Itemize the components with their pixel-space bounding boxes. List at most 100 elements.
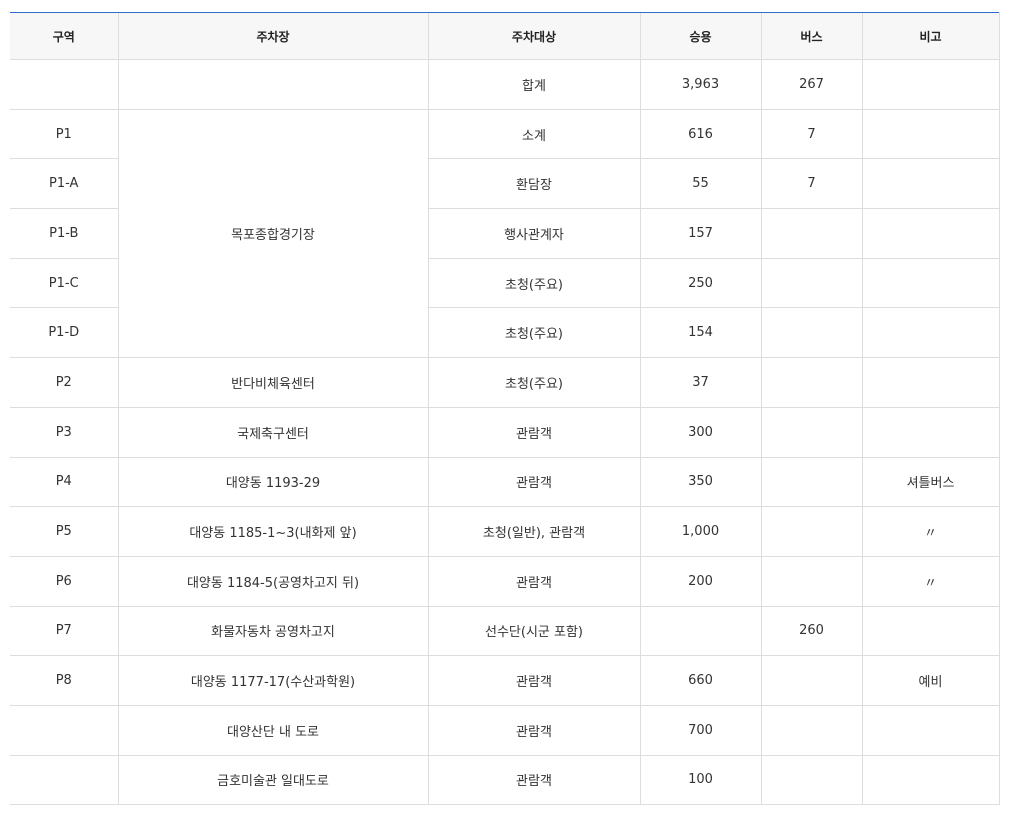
note-cell (861, 606, 1000, 657)
note-cell (861, 158, 1000, 210)
zone-cell (10, 755, 118, 806)
table-header: 구역 주차장 주차대상 승용 버스 비고 (10, 12, 1000, 60)
total-label: 합계 (427, 59, 640, 110)
target-cell: 관람객 (427, 407, 640, 458)
car-cell: 154 (639, 307, 761, 359)
car-cell: 616 (639, 109, 761, 160)
bus-cell (760, 258, 862, 309)
table-row: P3 국제축구센터 관람객 300 (10, 407, 1000, 458)
note-cell (861, 307, 1000, 359)
zone-cell: P5 (10, 506, 118, 557)
car-cell: 350 (639, 457, 761, 508)
lot-cell: 대양동 1193-29 (117, 457, 428, 508)
bus-cell (760, 705, 862, 756)
note-cell (861, 705, 1000, 756)
total-zone-cell (10, 59, 118, 110)
bus-cell (760, 556, 862, 607)
table-body: 합계 3,963 267 P1 목포종합경기장 소계 616 7 P1-A 환담… (10, 59, 1000, 806)
lot-cell: 대양동 1185-1~3(내화제 앞) (117, 506, 428, 557)
note-cell: 〃 (861, 556, 1000, 607)
car-cell: 250 (639, 258, 761, 309)
bus-cell (760, 357, 862, 408)
table-row: 대양산단 내 도로 관람객 700 (10, 705, 1000, 756)
total-row: 합계 3,963 267 (10, 59, 1000, 110)
zone-cell: P1 (10, 109, 118, 160)
car-cell: 55 (639, 158, 761, 210)
note-cell (861, 208, 1000, 259)
header-row: 구역 주차장 주차대상 승용 버스 비고 (10, 12, 1000, 60)
bus-cell (760, 457, 862, 508)
note-cell (861, 109, 1000, 160)
header-parking-lot: 주차장 (117, 12, 428, 60)
target-cell: 관람객 (427, 705, 640, 756)
target-cell: 초청(일반), 관람객 (427, 506, 640, 557)
header-bus: 버스 (760, 12, 862, 60)
total-bus: 267 (760, 59, 862, 110)
zone-cell: P3 (10, 407, 118, 458)
header-parking-target: 주차대상 (427, 12, 640, 60)
table-row: P1 목포종합경기장 소계 616 7 (10, 109, 1000, 359)
note-cell: 셔틀버스 (861, 457, 1000, 508)
target-cell: 관람객 (427, 655, 640, 706)
lot-cell: 국제축구센터 (117, 407, 428, 458)
target-cell: 소계 (427, 109, 640, 160)
table-row: P8 대양동 1177-17(수산과학원) 관람객 660 예비 (10, 655, 1000, 706)
bus-cell (760, 655, 862, 706)
target-cell: 행사관계자 (427, 208, 640, 259)
header-zone: 구역 (10, 12, 118, 60)
table-row: P6 대양동 1184-5(공영차고지 뒤) 관람객 200 〃 (10, 556, 1000, 607)
zone-cell: P1-C (10, 258, 118, 309)
note-cell: 예비 (861, 655, 1000, 706)
target-cell: 선수단(시군 포함) (427, 606, 640, 657)
lot-cell: 금호미술관 일대도로 (117, 755, 428, 806)
zone-cell: P6 (10, 556, 118, 607)
car-cell: 660 (639, 655, 761, 706)
parking-table: 구역 주차장 주차대상 승용 버스 비고 합계 3,963 267 P1 목포종… (10, 12, 1000, 806)
total-note (861, 59, 1000, 110)
target-cell: 초청(주요) (427, 258, 640, 309)
table-row: 금호미술관 일대도로 관람객 100 (10, 755, 1000, 806)
car-cell: 200 (639, 556, 761, 607)
car-cell (639, 606, 761, 657)
zone-cell: P4 (10, 457, 118, 508)
zone-cell (10, 705, 118, 756)
bus-cell: 7 (760, 109, 862, 160)
target-cell: 관람객 (427, 755, 640, 806)
zone-cell: P1-D (10, 307, 118, 359)
bus-cell (760, 307, 862, 359)
car-cell: 100 (639, 755, 761, 806)
lot-cell: 대양산단 내 도로 (117, 705, 428, 756)
target-cell: 환담장 (427, 158, 640, 210)
car-cell: 300 (639, 407, 761, 458)
table-row: P7 화물자동차 공영차고지 선수단(시군 포함) 260 (10, 606, 1000, 657)
bus-cell (760, 407, 862, 458)
header-note: 비고 (861, 12, 1000, 60)
note-cell (861, 357, 1000, 408)
zone-cell: P7 (10, 606, 118, 657)
lot-cell: 대양동 1184-5(공영차고지 뒤) (117, 556, 428, 607)
car-cell: 1,000 (639, 506, 761, 557)
table-row: P5 대양동 1185-1~3(내화제 앞) 초청(일반), 관람객 1,000… (10, 506, 1000, 557)
note-cell (861, 755, 1000, 806)
lot-cell: 화물자동차 공영차고지 (117, 606, 428, 657)
zone-cell: P2 (10, 357, 118, 408)
car-cell: 37 (639, 357, 761, 408)
note-cell (861, 258, 1000, 309)
target-cell: 관람객 (427, 556, 640, 607)
zone-cell: P8 (10, 655, 118, 706)
bus-cell (760, 208, 862, 259)
target-cell: 관람객 (427, 457, 640, 508)
target-cell: 초청(주요) (427, 357, 640, 408)
bus-cell: 7 (760, 158, 862, 210)
note-cell (861, 407, 1000, 458)
table-row: P2 반다비체육센터 초청(주요) 37 (10, 357, 1000, 408)
lot-cell: 목포종합경기장 (117, 109, 428, 359)
header-car: 승용 (639, 12, 761, 60)
bus-cell: 260 (760, 606, 862, 657)
total-lot-cell (117, 59, 428, 110)
zone-cell: P1-B (10, 208, 118, 259)
target-cell: 초청(주요) (427, 307, 640, 359)
car-cell: 157 (639, 208, 761, 259)
bus-cell (760, 506, 862, 557)
car-cell: 700 (639, 705, 761, 756)
